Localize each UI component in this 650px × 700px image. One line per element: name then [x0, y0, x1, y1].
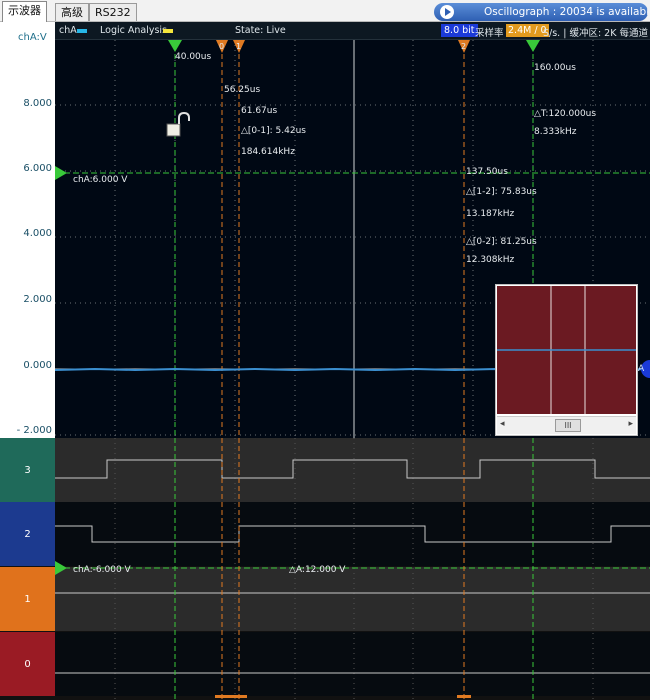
channel-a-color-swatch — [77, 29, 87, 33]
scroll-right-icon[interactable]: ▸ — [628, 419, 633, 429]
logic-analyzer-panel[interactable]: 3 2 1 0 chA:-6.000 V △A:12.000 V — [0, 438, 650, 700]
lower-level-label: chA:-6.000 V — [73, 565, 131, 575]
sample-rate-prefix: 采样率 — [475, 28, 504, 39]
right-cursor-marker[interactable] — [526, 40, 540, 52]
freq-1-2: 13.187kHz — [466, 209, 515, 219]
tab-oscilloscope[interactable]: 示波器 — [2, 1, 47, 22]
y-tick-6: 6.000 — [23, 163, 52, 174]
cursor-1-tag: 1 — [236, 42, 242, 51]
freq-t: 8.333kHz — [534, 127, 577, 137]
y-axis-label: chA:V — [18, 32, 47, 43]
top-tab-bar: 示波器 高级 RS232 Oscillograph : 20034 is ava… — [0, 0, 650, 22]
logic-trace-2 — [55, 525, 650, 543]
freq-0-2: 12.308kHz — [466, 255, 515, 265]
unlock-icon[interactable] — [166, 111, 190, 137]
logic-waveforms[interactable] — [55, 438, 650, 700]
channel-a-label[interactable]: chA — [59, 25, 77, 36]
y-tick-2: 2.000 — [23, 294, 52, 305]
mini-preview-plot[interactable] — [497, 286, 636, 414]
right-marker-label: A — [638, 364, 645, 374]
y-tick-4: 4.000 — [23, 228, 52, 239]
tab-rs232[interactable]: RS232 — [89, 3, 137, 21]
delta-t: △T:120.000us — [534, 109, 597, 119]
lower-level-arrow[interactable] — [55, 561, 67, 575]
trigger-level-arrow[interactable] — [55, 166, 67, 180]
logic-channel-1-label[interactable]: 1 — [0, 567, 55, 631]
channel-3-number: 3 — [24, 464, 31, 476]
logic-channel-0-label[interactable]: 0 — [0, 632, 55, 696]
scope-display[interactable]: chA Logic Analysis State: Live 8.0 bit 采… — [55, 22, 650, 440]
cursor-1-time: 61.67us — [241, 106, 278, 116]
sample-rate-suffix: S/s. | 缓冲区: 2K 每通道 ... — [543, 28, 650, 39]
delta-0-2: △[0-2]: 81.25us — [466, 237, 537, 247]
right-cursor-time: 160.00us — [534, 63, 576, 73]
cursor-2-bottom-handle[interactable] — [457, 695, 471, 698]
y-tick-8: 8.000 — [23, 98, 52, 109]
y-tick-0: 0.000 — [23, 360, 52, 371]
delta-1-2: △[1-2]: 75.83us — [466, 187, 537, 197]
logic-channel-3-label[interactable]: 3 — [0, 438, 55, 502]
scroll-left-icon[interactable]: ◂ — [500, 419, 505, 429]
scope-header: chA Logic Analysis State: Live 8.0 bit 采… — [55, 22, 650, 40]
cursor-0-tag: 0 — [219, 42, 225, 51]
cursor-2-time: 137.50us — [466, 167, 508, 177]
scroll-thumb[interactable]: III — [555, 419, 581, 432]
delta-0-1: △[0-1]: 5.42us — [241, 126, 306, 136]
mini-preview-panel[interactable]: ✓ ◂ III ▸ — [495, 284, 638, 436]
logic-color-swatch — [163, 29, 173, 33]
banner-text: Oscillograph : 20034 is available. — [484, 6, 648, 18]
state-label: State: Live — [235, 25, 286, 36]
channel-2-number: 2 — [24, 528, 31, 540]
channel-1-number: 1 — [24, 593, 31, 605]
cursor-01-bottom-handle[interactable] — [215, 695, 247, 698]
logic-analysis-label[interactable]: Logic Analysis — [100, 25, 167, 36]
trigger-level-label: chA:6.000 V — [73, 175, 128, 185]
device-available-banner[interactable]: Oscillograph : 20034 is available. — [434, 3, 648, 21]
freq-0-1: 184.614kHz — [241, 147, 295, 157]
y-tick-minus-2: - 2.000 — [16, 425, 52, 436]
logic-grid — [114, 438, 594, 700]
bit-depth-badge[interactable]: 8.0 bit — [441, 24, 478, 37]
left-cursor-marker[interactable] — [168, 40, 182, 52]
play-circle-icon — [440, 5, 454, 19]
tab-advanced[interactable]: 高级 — [55, 3, 89, 21]
y-axis: chA:V 8.000 6.000 4.000 2.000 0.000 - 2.… — [0, 22, 55, 440]
logic-trace-3 — [55, 459, 650, 479]
cursor-0-time: 56.25us — [224, 85, 261, 95]
cursor-2-tag: 2 — [461, 42, 467, 51]
left-cursor-time: 40.00us — [175, 52, 212, 62]
channel-0-number: 0 — [24, 658, 31, 670]
mini-preview-scrollbar[interactable]: ◂ III ▸ — [497, 416, 636, 434]
delta-a-label: △A:12.000 V — [289, 565, 346, 575]
logic-channel-2-label[interactable]: 2 — [0, 502, 55, 566]
